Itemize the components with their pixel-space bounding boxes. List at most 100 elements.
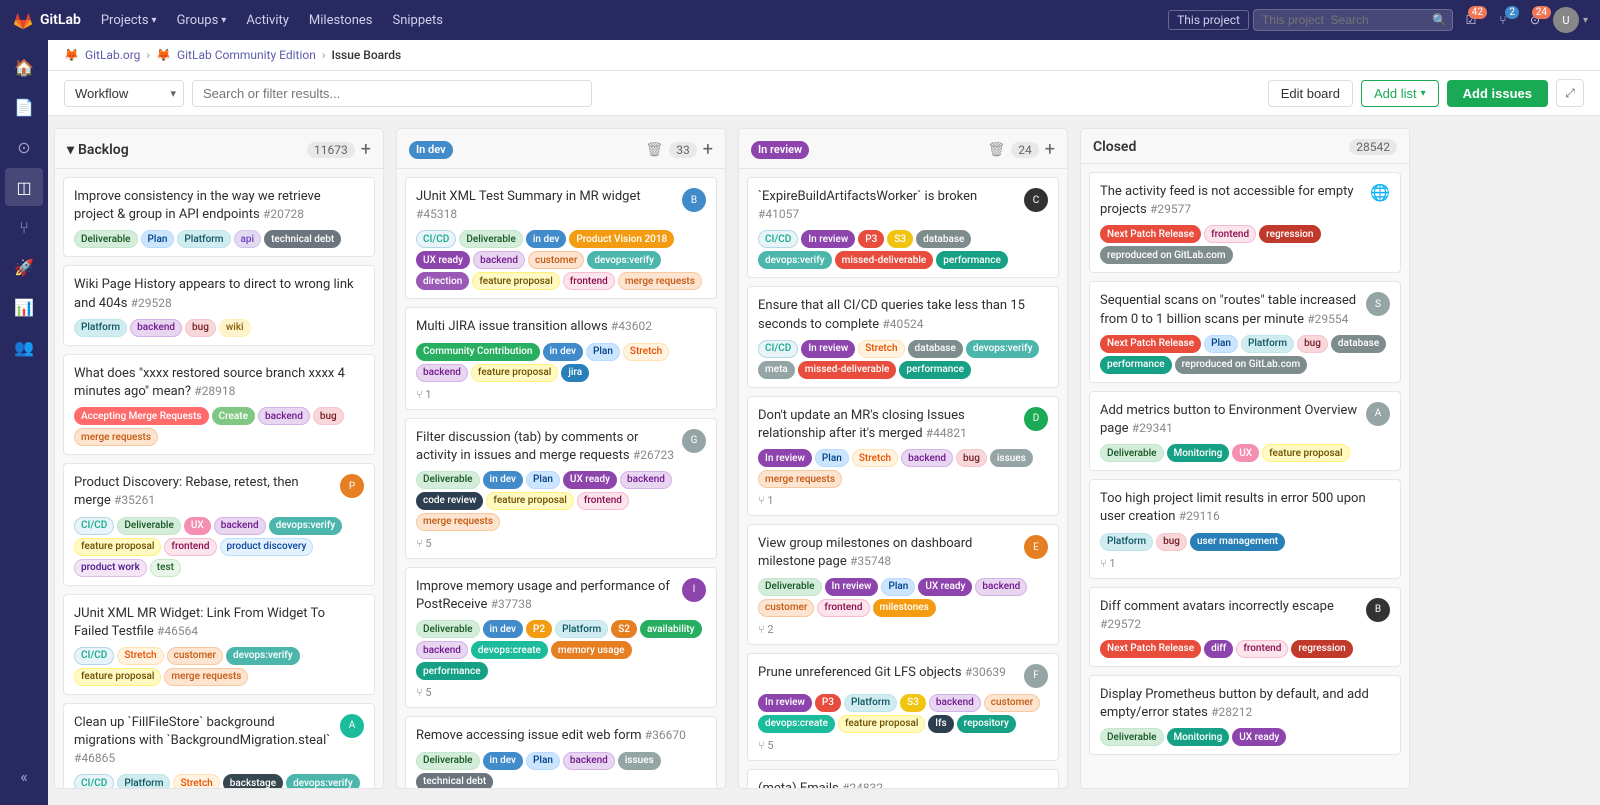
card-labels: CI/CDStretchcustomerdevops:verifyfeature…	[74, 647, 364, 686]
label-tag: customer	[528, 251, 584, 269]
breadcrumb-project-link[interactable]: GitLab Community Edition	[177, 48, 316, 62]
table-row[interactable]: Multi JIRA issue transition allows #4360…	[405, 307, 717, 409]
table-row[interactable]: JUnit XML Test Summary in MR widget #453…	[405, 177, 717, 299]
backlog-toggle[interactable]: ▾ Backlog	[67, 142, 129, 158]
table-row[interactable]: Add metrics button to Environment Overvi…	[1089, 391, 1401, 471]
label-tag: customer	[758, 599, 814, 617]
table-row[interactable]: (meta) Emails #24832 In reviewPlanemails…	[747, 769, 1059, 789]
workflow-select[interactable]: Workflow	[64, 80, 184, 107]
col-trash-icon-in-review[interactable]: 🗑	[988, 142, 1006, 158]
label-tag: CI/CD	[758, 230, 798, 248]
card-labels: Deliverablein devPlanUX readybackendcode…	[416, 471, 706, 531]
global-search-input[interactable]	[1253, 9, 1453, 31]
backlog-add-icon[interactable]: +	[361, 139, 371, 160]
card-title: Clean up `FillFileStore` background migr…	[74, 714, 334, 769]
add-list-button[interactable]: Add list ▾	[1361, 80, 1439, 107]
mr-count: ⑂ 5	[758, 739, 774, 752]
table-row[interactable]: Product Discovery: Rebase, retest, then …	[63, 463, 375, 585]
card-labels: Next Patch ReleasePlanPlatformbugdatabas…	[1100, 335, 1390, 374]
label-tag: backend	[416, 364, 468, 382]
nav-projects[interactable]: Projects ▾	[93, 9, 165, 32]
sidebar-home-icon[interactable]: 🏠	[5, 48, 43, 86]
card-title: Too high project limit results in error …	[1100, 490, 1384, 526]
sidebar-collapse-icon[interactable]: «	[5, 757, 43, 795]
add-issues-button[interactable]: Add issues	[1447, 80, 1548, 107]
nav-milestones[interactable]: Milestones	[301, 9, 381, 32]
table-row[interactable]: Prune unreferenced Git LFS objects #3063…	[747, 653, 1059, 761]
col-trash-icon-in-dev[interactable]: 🗑	[646, 142, 664, 158]
table-row[interactable]: The activity feed is not accessible for …	[1089, 172, 1401, 273]
table-row[interactable]: Sequential scans on "routes" table incre…	[1089, 281, 1401, 382]
label-tag: test	[150, 559, 181, 577]
todo-icon-btn[interactable]: ☑ 42	[1457, 6, 1485, 34]
label-tag: frontend	[563, 272, 615, 290]
card-header: Product Discovery: Rebase, retest, then …	[74, 474, 364, 510]
table-row[interactable]: `ExpireBuildArtifactsWorker` is broken #…	[747, 177, 1059, 278]
table-row[interactable]: Wiki Page History appears to direct to w…	[63, 265, 375, 345]
label-tag: regression	[1259, 225, 1320, 243]
issue-num: #28918	[194, 384, 235, 398]
label-tag: customer	[167, 647, 223, 665]
card-title: What does "xxxx restored source branch x…	[74, 365, 358, 401]
table-row[interactable]: Clean up `FillFileStore` background migr…	[63, 703, 375, 788]
issue-num: #20728	[263, 207, 304, 221]
merge-request-icon-btn[interactable]: ⑂ 2	[1489, 6, 1517, 34]
table-row[interactable]: View group milestones on dashboard miles…	[747, 524, 1059, 644]
sidebar-mr-icon[interactable]: ⑂	[5, 208, 43, 246]
card-title: Don't update an MR's closing Issues rela…	[758, 407, 1018, 443]
table-row[interactable]: Don't update an MR's closing Issues rela…	[747, 396, 1059, 516]
sidebar-people-icon[interactable]: 👥	[5, 328, 43, 366]
card-title: Multi JIRA issue transition allows #4360…	[416, 318, 700, 336]
issue-num: #24832	[842, 781, 883, 789]
card-footer: ⑂ 5	[416, 537, 706, 550]
edit-board-button[interactable]: Edit board	[1268, 80, 1353, 107]
label-tag: In review	[758, 694, 812, 712]
nav-groups[interactable]: Groups ▾	[169, 9, 235, 32]
table-row[interactable]: Remove accessing issue edit web form #36…	[405, 716, 717, 788]
sidebar-board-icon[interactable]: ◫	[5, 168, 43, 206]
label-tag: feature proposal	[74, 668, 161, 686]
card-footer: ⑂ 2	[758, 623, 1048, 636]
table-row[interactable]: Improve memory usage and performance of …	[405, 567, 717, 708]
filter-input[interactable]	[192, 80, 592, 107]
label-tag: in dev	[483, 471, 524, 489]
main-wrapper: 🦊 GitLab.org › 🦊 GitLab Community Editio…	[48, 40, 1600, 801]
label-tag: Plan	[526, 752, 560, 770]
sidebar-rocket-icon[interactable]: 🚀	[5, 248, 43, 286]
sidebar-commit-icon[interactable]: ⊙	[5, 128, 43, 166]
user-menu-chevron[interactable]: ▾	[1583, 15, 1588, 26]
table-row[interactable]: Too high project limit results in error …	[1089, 479, 1401, 578]
fullscreen-button[interactable]: ⤢	[1556, 79, 1584, 107]
label-tag: Platform	[117, 774, 170, 788]
table-row[interactable]: Improve consistency in the way we retrie…	[63, 177, 375, 257]
sidebar-graph-icon[interactable]: 📊	[5, 288, 43, 326]
issue-num: #35261	[114, 493, 155, 507]
table-row[interactable]: JUnit XML MR Widget: Link From Widget To…	[63, 594, 375, 695]
label-tag: devops:create	[758, 715, 835, 733]
card-header: Prune unreferenced Git LFS objects #3063…	[758, 664, 1048, 688]
issue-num: #29554	[1307, 312, 1348, 326]
nav-snippets[interactable]: Snippets	[385, 9, 452, 32]
col-add-icon-in-review[interactable]: +	[1045, 139, 1055, 160]
globe-icon: 🌐	[1370, 183, 1390, 202]
col-add-icon-in-dev[interactable]: +	[703, 139, 713, 160]
project-scope-label[interactable]: This project	[1168, 10, 1249, 30]
label-tag: Deliverable	[117, 517, 181, 535]
label-tag: S3	[900, 694, 926, 712]
label-tag: meta	[758, 361, 795, 379]
user-avatar[interactable]: U	[1553, 7, 1579, 33]
issues-icon-btn[interactable]: ⊙ 24	[1521, 6, 1549, 34]
table-row[interactable]: Ensure that all CI/CD queries take less …	[747, 286, 1059, 387]
label-tag: customer	[984, 694, 1040, 712]
sidebar-file-icon[interactable]: 📄	[5, 88, 43, 126]
card-header: Improve memory usage and performance of …	[416, 578, 706, 614]
table-row[interactable]: What does "xxxx restored source branch x…	[63, 354, 375, 455]
brand-logo[interactable]: GitLab	[12, 9, 81, 31]
table-row[interactable]: Diff comment avatars incorrectly escape …	[1089, 587, 1401, 667]
nav-activity[interactable]: Activity	[238, 9, 297, 32]
label-tag: S3	[887, 230, 913, 248]
table-row[interactable]: Display Prometheus button by default, an…	[1089, 675, 1401, 755]
breadcrumb-org-link[interactable]: GitLab.org	[85, 48, 140, 62]
table-row[interactable]: Filter discussion (tab) by comments or a…	[405, 418, 717, 559]
card-labels: DeliverableMonitoringUXfeature proposal	[1100, 444, 1390, 462]
